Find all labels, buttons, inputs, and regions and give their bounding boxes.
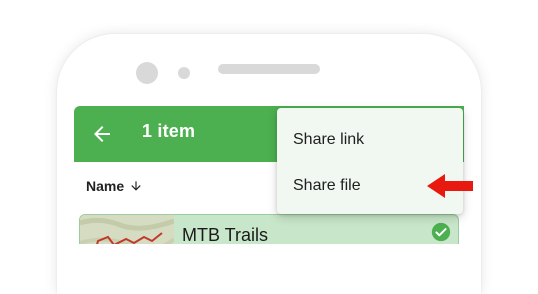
menu-item-share-link[interactable]: Share link [277,118,463,162]
sensor-icon [178,67,190,79]
sort-label: Name [86,178,125,194]
arrow-left-icon[interactable] [90,122,114,146]
list-item[interactable]: MTB Trails [79,214,459,244]
speaker-icon [218,64,320,74]
item-title: MTB Trails [182,225,269,244]
red-arrow-icon [427,174,473,198]
camera-icon [136,62,158,84]
page-title: 1 item [142,121,196,141]
map-thumbnail [80,215,174,244]
arrow-down-icon [131,181,141,191]
check-circle-icon[interactable] [431,222,451,242]
sort-control[interactable]: Name [86,176,143,196]
share-menu: Share link Share file [277,108,463,214]
